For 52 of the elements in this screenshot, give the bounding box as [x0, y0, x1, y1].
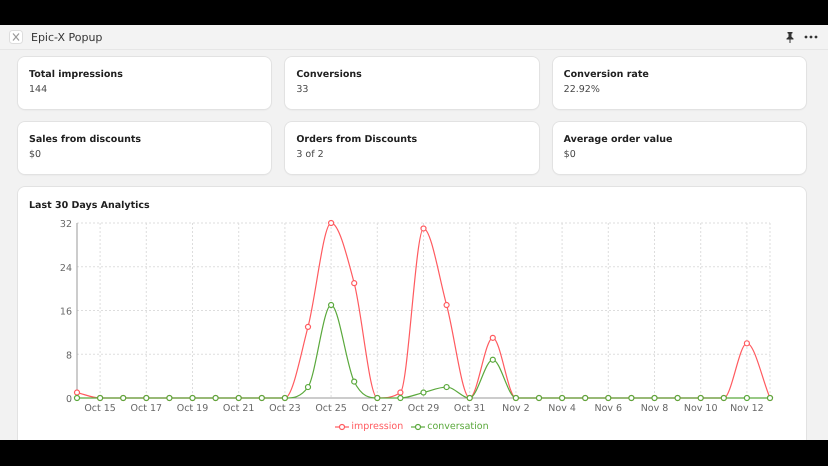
tick-label: Nov 12	[730, 403, 764, 414]
tick-label: Oct 29	[408, 403, 440, 414]
tick-label: Oct 21	[222, 403, 254, 414]
tick-label: Nov 10	[684, 403, 718, 414]
tick-label: 0	[66, 394, 72, 405]
stat-label: Average order value	[564, 134, 674, 145]
stat-value: 144	[29, 84, 48, 95]
tick-label: Oct 31	[454, 403, 486, 414]
data-point	[744, 340, 750, 346]
data-point	[304, 384, 312, 390]
tick-label: Oct 25	[315, 403, 347, 414]
stat-value: $0	[29, 149, 42, 160]
data-point	[328, 302, 334, 308]
app-icon	[9, 30, 23, 44]
tick-label: 32	[60, 219, 72, 230]
tick-label: 24	[60, 262, 72, 274]
stat-value: 3 of 2	[296, 149, 325, 160]
tick-label: Oct 15	[84, 403, 116, 414]
tick-label: Oct 19	[176, 403, 208, 414]
tick-label: Oct 23	[269, 403, 301, 414]
data-point	[444, 302, 450, 308]
tick-label: Nov 6	[594, 403, 622, 414]
data-point	[304, 324, 312, 330]
legend-label[interactable]: conversation	[427, 421, 489, 432]
data-point	[420, 389, 427, 396]
tick-label: Oct 17	[130, 403, 162, 414]
stat-value: $0	[564, 149, 577, 160]
data-point	[420, 225, 427, 232]
pin-icon[interactable]	[784, 31, 796, 43]
tick-label: Nov 4	[548, 403, 576, 414]
stat-label: Orders from Discounts	[296, 134, 418, 145]
legend-label[interactable]: impression	[351, 421, 404, 432]
data-point	[490, 356, 496, 363]
data-point	[328, 220, 334, 226]
data-point	[490, 334, 496, 341]
data-point	[351, 378, 358, 385]
stat-label: Total impressions	[29, 69, 124, 80]
stat-label: Sales from discounts	[29, 134, 142, 145]
stat-label: Conversion rate	[564, 69, 650, 80]
stat-value: 33	[296, 84, 310, 95]
data-point	[744, 394, 750, 402]
data-point	[444, 384, 450, 390]
tick-label: Nov 2	[502, 403, 530, 414]
tick-label: 16	[60, 306, 72, 318]
data-point	[351, 280, 358, 286]
tick-label: 8	[66, 350, 72, 362]
stat-label: Conversions	[296, 69, 363, 80]
tick-label: Oct 27	[362, 403, 394, 414]
stat-value: 22.92%	[564, 84, 601, 95]
chart-title: Last 30 Days Analytics	[29, 200, 150, 211]
tick-label: Nov 8	[640, 403, 668, 414]
window-title: Epic-X Popup	[31, 30, 102, 44]
